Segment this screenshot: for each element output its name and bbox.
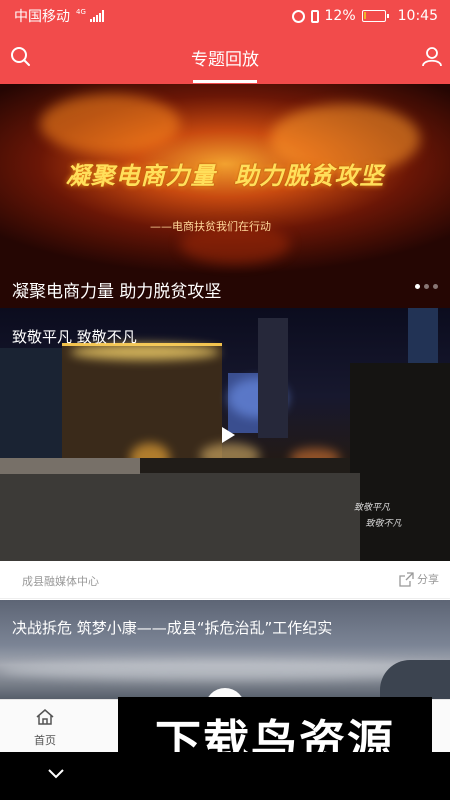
battery-percent: 12% [324,8,356,24]
source-label: 成县融媒体中心 [22,575,99,588]
banner-carousel[interactable]: 凝聚电商力量 助力脱贫攻坚 ——电商扶贫我们在行动 凝聚电商力量 助力脱贫攻坚 [0,84,450,308]
play-icon[interactable] [220,426,236,444]
share-button[interactable]: 分享 [399,571,439,587]
signal-icon [89,10,104,22]
clock: 10:45 [397,8,438,24]
app-screen: 中国移动 4G 12% 10:45 专题回放 凝聚电商力量 助力脱贫攻坚 ——电… [0,0,450,800]
video-title[interactable]: 致敬平凡 致敬不凡 [12,326,137,347]
carousel-dot [433,284,438,289]
banner-subtitle: ——电商扶贫我们在行动 [150,220,271,233]
article-card[interactable]: 决战拆危 筑梦小康——成县“拆危治乱”工作纪实 [0,600,450,700]
video-meta: 成县融媒体中心 分享 [0,561,450,599]
article-title[interactable]: 决战拆危 筑梦小康——成县“拆危治乱”工作纪实 [12,617,332,638]
system-nav-bar [0,752,450,800]
home-icon [36,709,54,725]
status-bar: 中国移动 4G 12% 10:45 [0,0,450,32]
app-bar: 专题回放 [0,32,450,84]
video-thumbnail[interactable]: 致敬平凡 致敬不凡 致敬平凡 致敬不凡 [0,308,450,561]
tab-home-label: 首页 [34,734,56,747]
chevron-down-icon[interactable] [47,766,65,780]
carrier-label: 中国移动 [14,9,70,25]
page-title[interactable]: 专题回放 [0,45,450,70]
share-label: 分享 [417,573,439,586]
banner-slogan: 凝聚电商力量 助力脱贫攻坚 [65,161,385,190]
carousel-dots [415,284,438,289]
title-underline [193,80,257,83]
network-label: 4G [76,8,86,16]
tab-home[interactable]: 首页 [22,708,68,748]
vibrate-icon [310,9,319,23]
alarm-icon [291,9,305,23]
user-icon[interactable] [419,44,445,70]
banner-title[interactable]: 凝聚电商力量 助力脱贫攻坚 [12,277,221,302]
battery-icon [361,10,389,22]
video-watermark: 致敬平凡 致敬不凡 [354,503,402,529]
carousel-dot [415,284,420,289]
share-icon [399,571,414,587]
carousel-dot [424,284,429,289]
